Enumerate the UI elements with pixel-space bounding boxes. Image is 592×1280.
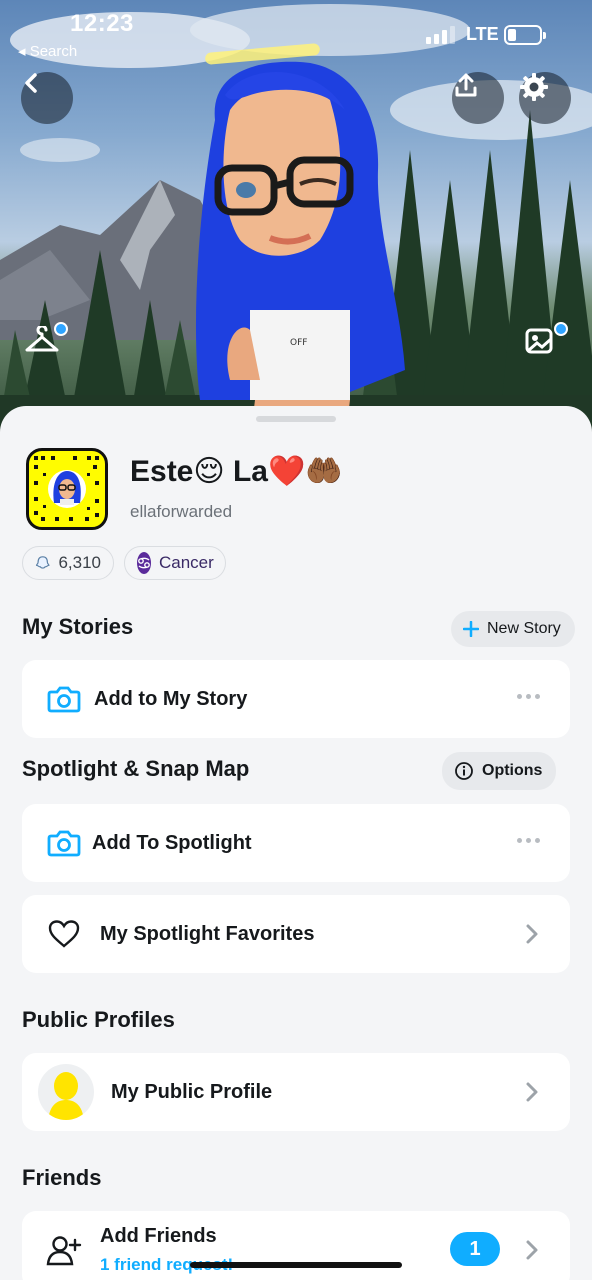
chevron-right-icon: [526, 924, 538, 944]
add-to-my-story-row[interactable]: Add to My Story: [22, 660, 570, 738]
profile-sheet: Este😌 La❤️🤲🏾 ellaforwarded 6,310 Cancer …: [0, 406, 592, 1280]
camera-icon: [44, 679, 84, 719]
silhouette-icon: [48, 1072, 84, 1120]
public-profile-avatar: [38, 1064, 94, 1120]
add-friend-icon: [44, 1230, 84, 1270]
drag-handle[interactable]: [256, 416, 336, 422]
new-story-label: New Story: [487, 620, 561, 637]
my-public-profile-row[interactable]: My Public Profile: [22, 1053, 570, 1131]
zodiac-label: Cancer: [159, 553, 214, 572]
add-to-my-story-label: Add to My Story: [94, 687, 248, 710]
more-icon[interactable]: [517, 694, 540, 699]
chevron-right-icon: [526, 1082, 538, 1102]
my-public-profile-label: My Public Profile: [111, 1080, 273, 1103]
plus-icon: [463, 621, 479, 637]
chevron-left-icon: [25, 73, 37, 93]
my-stories-heading: My Stories: [22, 614, 134, 639]
spotlight-favorites-label: My Spotlight Favorites: [100, 922, 315, 945]
chevron-right-icon: [526, 1240, 538, 1260]
snap-score: 6,310: [58, 553, 101, 572]
back-to-search-link[interactable]: ◂ Search: [18, 42, 77, 60]
info-icon: [455, 762, 473, 780]
add-friends-label: Add Friends: [100, 1225, 217, 1247]
battery-icon: [504, 25, 546, 45]
zodiac-pill[interactable]: Cancer: [124, 546, 226, 580]
change-background-button[interactable]: [524, 322, 568, 370]
add-to-spotlight-label: Add To Spotlight: [92, 831, 252, 854]
friend-request-count-badge: 1: [450, 1232, 500, 1266]
spotlight-heading: Spotlight & Snap Map: [22, 756, 250, 781]
notification-dot: [554, 322, 568, 336]
spotlight-favorites-row[interactable]: My Spotlight Favorites: [22, 895, 570, 973]
cancer-zodiac-icon: [137, 552, 151, 574]
settings-button[interactable]: [519, 72, 571, 124]
spotlight-options-button[interactable]: Options: [442, 752, 557, 790]
mountain-forest-scene: OFF: [0, 4, 592, 440]
snap-score-pill[interactable]: 6,310: [22, 546, 114, 580]
camera-icon: [44, 823, 84, 863]
change-outfit-button[interactable]: [24, 322, 68, 370]
more-icon[interactable]: [517, 838, 540, 843]
display-name: Este😌 La❤️🤲🏾: [130, 455, 343, 488]
share-profile-button[interactable]: [452, 72, 504, 124]
add-to-spotlight-row[interactable]: Add To Spotlight: [22, 804, 570, 882]
notification-dot: [54, 322, 68, 336]
options-label: Options: [482, 762, 543, 779]
image-icon: [525, 328, 553, 354]
friends-heading: Friends: [22, 1165, 102, 1190]
svg-text:OFF: OFF: [290, 338, 307, 348]
gear-icon: [520, 73, 548, 101]
public-profiles-heading: Public Profiles: [22, 1007, 175, 1032]
new-story-button[interactable]: New Story: [451, 611, 575, 647]
battery-level: [508, 29, 516, 41]
snapcode-pattern: [34, 456, 99, 521]
add-friends-row[interactable]: Add Friends 1 friend request! 1: [22, 1211, 570, 1280]
profile-header-background: OFF 12:23 ◂ Search LTE: [0, 0, 592, 440]
network-type: LTE: [466, 24, 499, 44]
upload-icon: [455, 73, 477, 97]
heart-icon: [44, 914, 84, 954]
back-button[interactable]: [21, 72, 73, 124]
username: ellaforwarded: [130, 502, 233, 521]
home-indicator[interactable]: [190, 1262, 402, 1268]
status-time: 12:23: [70, 10, 134, 37]
signal-strength-icon: [426, 26, 455, 44]
snapcode[interactable]: [26, 448, 108, 530]
ghost-icon: [35, 556, 50, 569]
